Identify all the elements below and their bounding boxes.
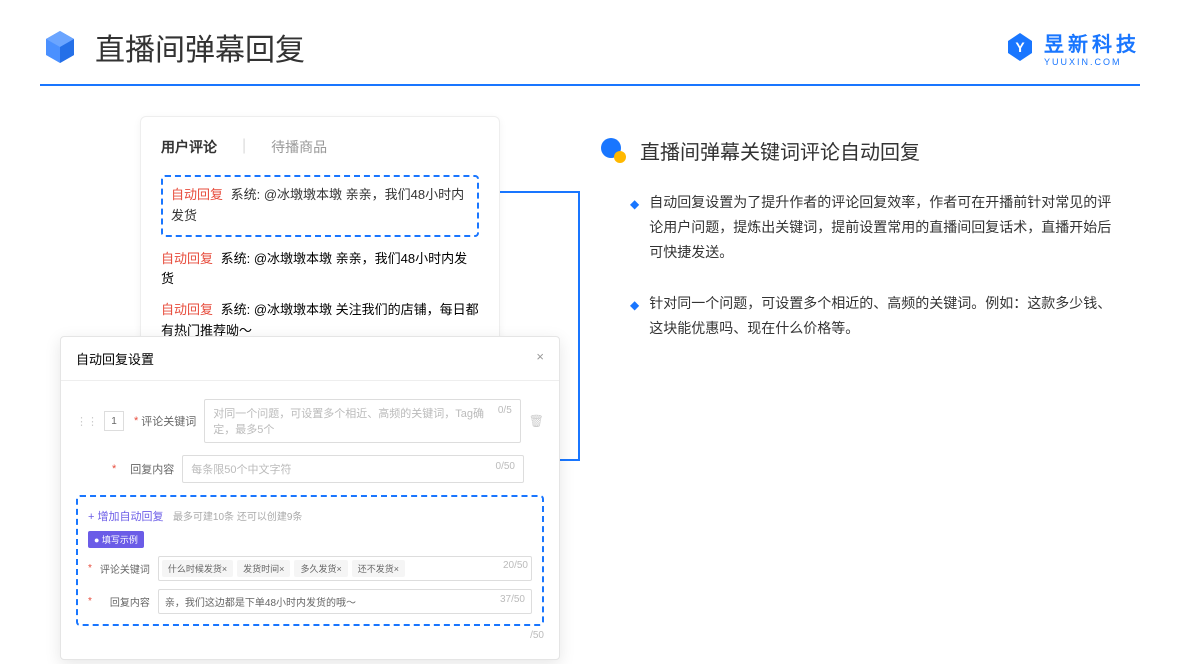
tab-user-comments[interactable]: 用户评论: [161, 137, 217, 157]
add-description: 最多可建10条 还可以创建9条: [173, 512, 302, 523]
bullet-item: ◆ 针对同一个问题，可设置多个相近的、高频的关键词。例如：这款多少钱、这块能优惠…: [600, 291, 1120, 341]
keyword-label: 评论关键词: [141, 413, 196, 429]
tag: 还不发货×: [352, 560, 405, 577]
comment-item: 自动回复 系统: @冰墩墩本墩 亲亲，我们48小时内发货: [161, 249, 479, 291]
add-auto-reply-link[interactable]: + 增加自动回复: [88, 511, 163, 523]
page-header: 直播间弹幕回复 Y 昱新科技 YUUXIN.COM: [0, 0, 1180, 84]
tab-products[interactable]: 待播商品: [271, 137, 327, 157]
tag: 发货时间×: [237, 560, 290, 577]
tag: 多久发货×: [294, 560, 347, 577]
keyword-input[interactable]: 对同一个问题，可设置多个相近、高频的关键词，Tag确定，最多5个 0/5: [204, 399, 520, 443]
comments-panel: 用户评论 | 待播商品 自动回复 系统: @冰墩墩本墩 亲亲，我们48小时内发货…: [140, 116, 500, 363]
settings-panel: 自动回复设置 × ⋮⋮ 1 * 评论关键词 对同一个问题，可设置多个相近、高频的…: [60, 336, 560, 660]
brand-name: 昱新科技: [1044, 28, 1140, 57]
svg-text:Y: Y: [1015, 39, 1025, 55]
diamond-icon: ◆: [630, 295, 639, 341]
highlighted-comment: 自动回复 系统: @冰墩墩本墩 亲亲，我们48小时内发货: [161, 175, 479, 237]
brand-subtitle: YUUXIN.COM: [1044, 57, 1140, 67]
auto-reply-label: 自动回复: [161, 251, 213, 266]
ex-reply-input: 亲，我们这边都是下单48小时内发货的哦～ 37/50: [158, 589, 532, 614]
reply-label: 回复内容: [119, 461, 174, 477]
example-badge: ● 填写示例: [88, 531, 144, 548]
ex-keyword-label: 评论关键词: [95, 561, 150, 576]
required-mark: *: [112, 463, 116, 475]
example-keyword-row: * 评论关键词 什么时候发货× 发货时间× 多久发货× 还不发货× 20/50: [88, 556, 532, 581]
row-number: 1: [104, 411, 124, 431]
cube-icon: [40, 27, 80, 67]
auto-reply-label: 自动回复: [161, 302, 213, 317]
example-box: + 增加自动回复 最多可建10条 还可以创建9条 ● 填写示例 * 评论关键词 …: [76, 495, 544, 626]
auto-reply-label: 自动回复: [171, 187, 223, 202]
tag: 什么时候发货×: [162, 560, 233, 577]
required-mark: *: [134, 415, 138, 427]
brand-logo-icon: Y: [1004, 31, 1036, 63]
page-title: 直播间弹幕回复: [95, 25, 305, 69]
section-header: 直播间弹幕关键词评论自动回复: [600, 136, 1120, 165]
tab-divider: |: [242, 137, 246, 157]
keyword-row: ⋮⋮ 1 * 评论关键词 对同一个问题，可设置多个相近、高频的关键词，Tag确定…: [76, 399, 544, 443]
settings-title: 自动回复设置: [76, 349, 154, 368]
brand: Y 昱新科技 YUUXIN.COM: [1004, 28, 1140, 67]
bullet-text: 自动回复设置为了提升作者的评论回复效率，作者可在开播前针对常见的评论用户问题，提…: [649, 190, 1120, 266]
trash-icon[interactable]: 🗑: [529, 414, 544, 428]
close-icon[interactable]: ×: [536, 349, 544, 368]
tabs: 用户评论 | 待播商品: [161, 137, 479, 157]
example-reply-row: * 回复内容 亲，我们这边都是下单48小时内发货的哦～ 37/50: [88, 589, 532, 614]
bullet-text: 针对同一个问题，可设置多个相近的、高频的关键词。例如：这款多少钱、这块能优惠吗、…: [649, 291, 1120, 341]
bubble-icon: [600, 137, 628, 165]
outer-count: /50: [76, 630, 544, 641]
reply-row: * 回复内容 每条限50个中文字符 0/50: [76, 455, 544, 483]
section-title: 直播间弹幕关键词评论自动回复: [640, 136, 920, 165]
bullet-item: ◆ 自动回复设置为了提升作者的评论回复效率，作者可在开播前针对常见的评论用户问题…: [600, 190, 1120, 266]
ex-reply-label: 回复内容: [95, 594, 150, 609]
diamond-icon: ◆: [630, 194, 639, 266]
reply-input[interactable]: 每条限50个中文字符 0/50: [182, 455, 524, 483]
